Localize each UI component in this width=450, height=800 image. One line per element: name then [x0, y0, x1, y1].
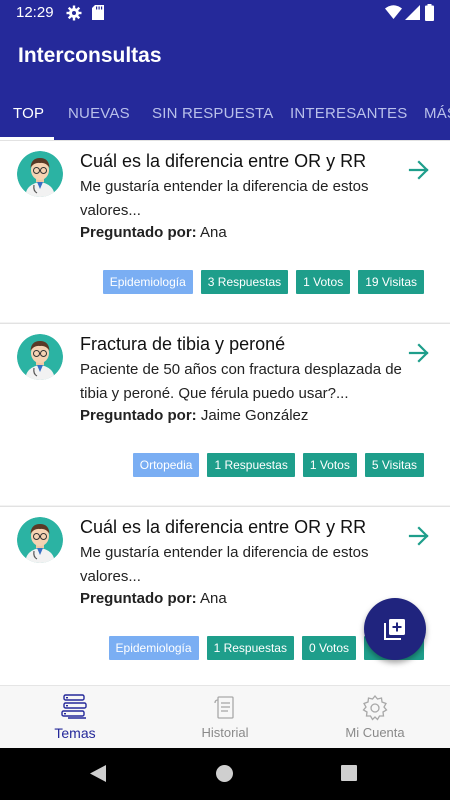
- category-chip[interactable]: Ortopedia: [132, 453, 200, 477]
- question-body: Me gustaría entender la diferencia de es…: [80, 178, 369, 219]
- visits-chip: 5 Visitas: [364, 453, 424, 477]
- battery-icon: [425, 4, 434, 26]
- question-body: Paciente de 50 años con fractura desplaz…: [80, 361, 402, 402]
- question-title: Fractura de tibia y peroné: [80, 334, 286, 354]
- category-chip[interactable]: Epidemiología: [108, 636, 199, 660]
- status-bar: 12:29: [0, 0, 450, 26]
- question-card[interactable]: Cuál es la diferencia entre OR y RR Me g…: [0, 506, 450, 685]
- question-body: Me gustaría entender la diferencia de es…: [80, 544, 369, 585]
- topics-icon: [60, 694, 90, 722]
- signal-icon: [405, 5, 420, 25]
- arrow-right-icon[interactable]: [404, 521, 434, 551]
- doctor-avatar: [17, 151, 63, 197]
- back-icon[interactable]: [90, 765, 106, 787]
- arrow-right-icon[interactable]: [404, 338, 434, 368]
- nav-label: Historial: [201, 725, 249, 740]
- app-screen: 12:29 Interconsultas TOP NUEVAS SIN RESP…: [0, 0, 450, 800]
- bottom-navigation: Temas Historial Mi Cuenta: [0, 685, 450, 748]
- doctor-avatar: [17, 517, 63, 563]
- question-chips: Ortopedia 1 Respuestas 1 Votos 5 Visitas: [132, 453, 424, 477]
- votes-chip: 1 Votos: [296, 270, 351, 294]
- system-navigation-bar: [0, 748, 450, 800]
- app-title: Interconsultas: [18, 44, 162, 67]
- question-chips: Epidemiología 3 Respuestas 1 Votos 19 Vi…: [102, 270, 424, 294]
- nav-historial[interactable]: Historial: [150, 686, 300, 749]
- author-name: Ana: [200, 590, 227, 607]
- nav-label: Temas: [54, 725, 96, 741]
- tab-interesantes[interactable]: INTERESANTES: [290, 105, 407, 122]
- question-author: Preguntado por: Ana: [80, 590, 227, 607]
- votes-chip: 1 Votos: [302, 453, 357, 477]
- nav-mi-cuenta[interactable]: Mi Cuenta: [300, 686, 450, 749]
- tab-sin-respuesta[interactable]: SIN RESPUESTA: [152, 105, 274, 122]
- author-label: Preguntado por:: [80, 590, 197, 607]
- author-label: Preguntado por:: [80, 407, 197, 424]
- sd-card-icon: [92, 5, 104, 25]
- add-question-button[interactable]: [364, 598, 426, 660]
- nav-label: Mi Cuenta: [345, 725, 405, 740]
- question-author: Preguntado por: Ana: [80, 224, 227, 241]
- visits-chip: 19 Visitas: [358, 270, 424, 294]
- author-name: Jaime González: [200, 407, 309, 424]
- add-library-icon: [384, 619, 405, 640]
- tab-bar: TOP NUEVAS SIN RESPUESTA INTERESANTES MÁ…: [0, 88, 450, 140]
- settings-gear-icon: [360, 694, 390, 722]
- question-author: Preguntado por: Jaime González: [80, 407, 308, 424]
- home-icon[interactable]: [216, 765, 233, 782]
- status-time: 12:29: [16, 4, 54, 21]
- history-icon: [210, 694, 240, 722]
- tab-nuevas[interactable]: NUEVAS: [68, 105, 130, 122]
- arrow-right-icon[interactable]: [404, 155, 434, 185]
- question-title: Cuál es la diferencia entre OR y RR: [80, 151, 367, 171]
- answers-chip: 3 Respuestas: [200, 270, 289, 294]
- tab-top[interactable]: TOP: [13, 105, 44, 122]
- votes-chip: 0 Votos: [301, 636, 356, 660]
- nav-temas[interactable]: Temas: [0, 686, 150, 749]
- category-chip[interactable]: Epidemiología: [102, 270, 193, 294]
- doctor-avatar: [17, 334, 63, 380]
- question-title: Cuál es la diferencia entre OR y RR: [80, 517, 367, 537]
- author-label: Preguntado por:: [80, 224, 197, 241]
- gear-icon: [66, 5, 82, 26]
- recent-apps-icon[interactable]: [341, 765, 357, 781]
- author-name: Ana: [200, 224, 227, 241]
- question-card[interactable]: Cuál es la diferencia entre OR y RR Me g…: [0, 140, 450, 322]
- answers-chip: 1 Respuestas: [207, 453, 295, 477]
- answers-chip: 1 Respuestas: [206, 636, 294, 660]
- app-bar: Interconsultas: [0, 26, 450, 88]
- question-card[interactable]: Fractura de tibia y peroné Paciente de 5…: [0, 323, 450, 505]
- tab-mas[interactable]: MÁS: [424, 105, 450, 122]
- wifi-icon: [385, 5, 402, 24]
